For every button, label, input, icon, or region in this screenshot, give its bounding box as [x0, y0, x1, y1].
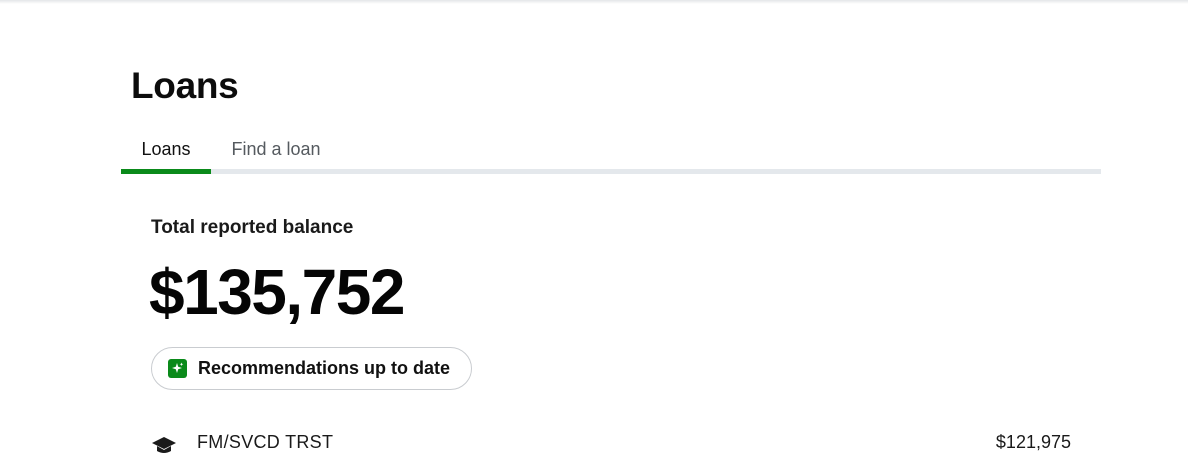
balance-label: Total reported balance — [151, 217, 354, 238]
sparkle-icon — [168, 359, 187, 378]
recommendations-label: Recommendations up to date — [198, 358, 451, 378]
tab-bar: Loans Find a loan — [121, 128, 1101, 174]
loan-row[interactable]: FM/SVCD TRST $121,975 — [151, 430, 1071, 460]
loan-amount: $121,975 — [995, 432, 1071, 452]
graduation-cap-icon — [151, 435, 177, 455]
tab-find-a-loan[interactable]: Find a loan — [231, 128, 321, 169]
tab-track — [121, 169, 1101, 174]
balance-amount: $135,752 — [149, 256, 405, 328]
page-title: Loans — [131, 65, 239, 106]
recommendations-status-button[interactable]: Recommendations up to date — [151, 347, 472, 390]
tab-loans[interactable]: Loans — [121, 128, 211, 169]
active-tab-indicator — [121, 169, 211, 174]
top-bar-shadow — [0, 0, 1188, 4]
loan-name: FM/SVCD TRST — [197, 432, 334, 452]
